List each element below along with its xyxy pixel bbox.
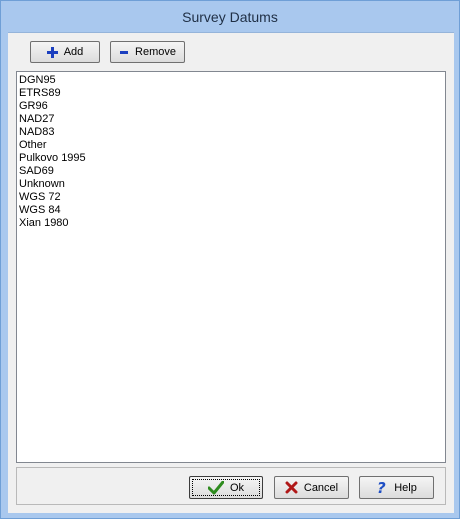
list-item[interactable]: Pulkovo 1995 xyxy=(19,152,445,165)
plus-icon xyxy=(46,46,58,58)
add-button[interactable]: Add xyxy=(30,41,100,63)
list-item[interactable]: DGN95 xyxy=(19,74,445,87)
list-item[interactable]: Unknown xyxy=(19,178,445,191)
help-button[interactable]: ? Help xyxy=(359,476,434,499)
help-button-label: Help xyxy=(394,481,417,494)
remove-button-label: Remove xyxy=(135,46,176,58)
list-item[interactable]: Other xyxy=(19,139,445,152)
list-item[interactable]: WGS 84 xyxy=(19,204,445,217)
window-title: Survey Datums xyxy=(182,9,278,25)
remove-button[interactable]: Remove xyxy=(110,41,185,63)
minus-icon xyxy=(119,47,129,58)
list-item[interactable]: NAD27 xyxy=(19,113,445,126)
list-item[interactable]: ETRS89 xyxy=(19,87,445,100)
list-item[interactable]: WGS 72 xyxy=(19,191,445,204)
survey-datums-dialog: Survey Datums Add Remove DGN95 ETRS89 GR… xyxy=(0,0,460,519)
list-item[interactable]: SAD69 xyxy=(19,165,445,178)
button-panel: Ok Cancel ? Help xyxy=(16,467,446,505)
dialog-body: Add Remove DGN95 ETRS89 GR96 NAD27 NAD83… xyxy=(8,32,454,513)
question-mark-icon: ? xyxy=(376,480,388,495)
list-item[interactable]: Xian 1980 xyxy=(19,217,445,230)
add-button-label: Add xyxy=(63,46,84,58)
title-bar[interactable]: Survey Datums xyxy=(1,1,459,32)
ok-button-label: Ok xyxy=(229,481,245,494)
list-item[interactable]: GR96 xyxy=(19,100,445,113)
ok-button[interactable]: Ok xyxy=(189,476,263,499)
cancel-button[interactable]: Cancel xyxy=(274,476,349,499)
checkmark-icon xyxy=(207,480,224,495)
datum-listbox[interactable]: DGN95 ETRS89 GR96 NAD27 NAD83 Other Pulk… xyxy=(16,71,446,463)
svg-text:?: ? xyxy=(377,480,386,495)
red-x-icon xyxy=(285,481,298,494)
cancel-button-label: Cancel xyxy=(303,481,339,494)
list-item[interactable]: NAD83 xyxy=(19,126,445,139)
